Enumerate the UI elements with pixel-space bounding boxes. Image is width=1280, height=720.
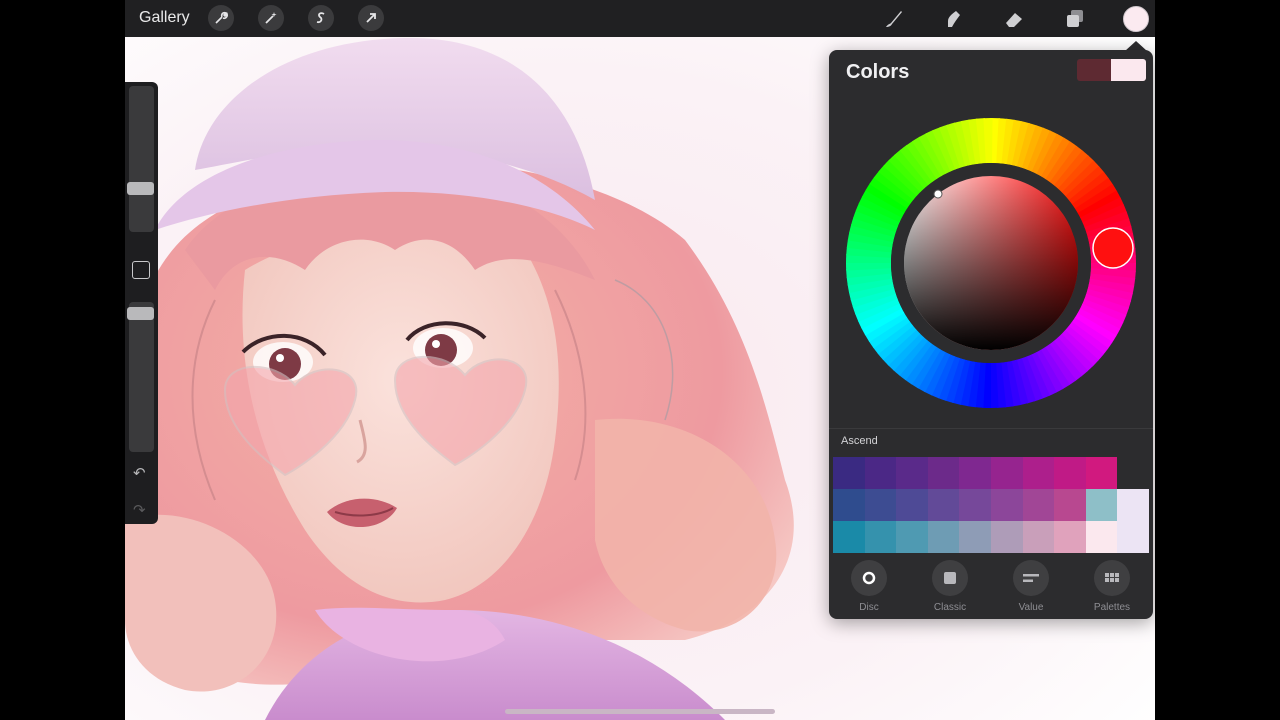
secondary-color-swatch[interactable] bbox=[1077, 59, 1111, 81]
palette-swatches bbox=[833, 457, 1149, 553]
palette-swatch[interactable] bbox=[959, 521, 991, 553]
left-sidebar: ↶ ↷ bbox=[125, 82, 158, 524]
palette-name: Ascend bbox=[841, 435, 878, 447]
tab-value[interactable]: Value bbox=[991, 558, 1071, 613]
palettes-grid-icon bbox=[1094, 560, 1130, 596]
palette-swatch[interactable] bbox=[1085, 457, 1118, 489]
panel-title: Colors bbox=[846, 61, 910, 83]
palette-swatch[interactable] bbox=[833, 521, 865, 553]
redo-arrow-icon[interactable]: ↷ bbox=[133, 501, 146, 519]
palette-swatch[interactable] bbox=[959, 457, 991, 489]
palette-swatch[interactable] bbox=[1085, 489, 1118, 521]
palette-swatch[interactable] bbox=[927, 457, 960, 489]
magic-wand-icon[interactable] bbox=[258, 5, 284, 31]
gallery-button[interactable]: Gallery bbox=[139, 9, 190, 27]
tab-label: Disc bbox=[859, 602, 879, 613]
palette-swatch[interactable] bbox=[959, 489, 991, 521]
classic-square-icon bbox=[932, 560, 968, 596]
palette-swatch[interactable] bbox=[896, 489, 928, 521]
palette-swatch[interactable] bbox=[1054, 489, 1086, 521]
brush-size-thumb[interactable] bbox=[127, 181, 154, 195]
tab-disc[interactable]: Disc bbox=[829, 558, 909, 613]
palette-swatch[interactable] bbox=[991, 457, 1023, 489]
palette-swatch[interactable] bbox=[833, 457, 865, 489]
palette-swatch[interactable] bbox=[927, 521, 960, 553]
palette-swatch[interactable] bbox=[1022, 457, 1055, 489]
top-toolbar: Gallery bbox=[125, 0, 1155, 37]
opacity-thumb[interactable] bbox=[127, 307, 154, 320]
selection-s-icon[interactable] bbox=[308, 5, 334, 31]
tab-label: Classic bbox=[933, 602, 967, 613]
palette-swatch[interactable] bbox=[1117, 457, 1149, 489]
color-disc[interactable] bbox=[846, 118, 1136, 408]
smudge-icon[interactable] bbox=[941, 6, 967, 32]
home-indicator bbox=[505, 709, 775, 714]
palette-swatch[interactable] bbox=[1054, 521, 1086, 553]
palette-swatch[interactable] bbox=[1054, 457, 1086, 489]
palette-swatch[interactable] bbox=[927, 489, 960, 521]
layers-icon[interactable] bbox=[1062, 6, 1088, 32]
palette-swatch[interactable] bbox=[991, 489, 1023, 521]
tab-palettes[interactable]: Palettes bbox=[1072, 558, 1152, 613]
current-color-button[interactable] bbox=[1123, 6, 1149, 32]
tab-label: Value bbox=[1018, 602, 1044, 613]
palette-swatch[interactable] bbox=[1117, 521, 1149, 553]
opacity-slider[interactable] bbox=[129, 302, 154, 452]
tab-classic[interactable]: Classic bbox=[910, 558, 990, 613]
hue-picker-handle[interactable] bbox=[1092, 227, 1134, 269]
brush-icon[interactable] bbox=[881, 6, 907, 32]
disc-mode-icon bbox=[851, 560, 887, 596]
divider bbox=[829, 428, 1153, 429]
palette-swatch[interactable] bbox=[896, 457, 928, 489]
square-icon[interactable] bbox=[132, 261, 150, 279]
transform-arrow-icon[interactable] bbox=[358, 5, 384, 31]
brush-size-slider[interactable] bbox=[129, 86, 154, 232]
palette-swatch[interactable] bbox=[1085, 521, 1118, 553]
palette-swatch[interactable] bbox=[1022, 521, 1055, 553]
value-sliders-icon bbox=[1013, 560, 1049, 596]
palette-swatch[interactable] bbox=[1117, 489, 1149, 521]
tab-label: Palettes bbox=[1093, 602, 1131, 613]
sv-picker-handle[interactable] bbox=[933, 189, 943, 199]
palette-swatch[interactable] bbox=[896, 521, 928, 553]
palette-swatch[interactable] bbox=[864, 457, 897, 489]
palette-swatch[interactable] bbox=[991, 521, 1023, 553]
eraser-icon[interactable] bbox=[1001, 6, 1027, 32]
undo-arrow-icon[interactable]: ↶ bbox=[133, 464, 146, 482]
primary-color-swatch[interactable] bbox=[1111, 59, 1146, 81]
palette-swatch[interactable] bbox=[864, 521, 897, 553]
procreate-screen: Gallery ↶ ↷ Colors Ascend Disc Classic V… bbox=[125, 0, 1155, 720]
wrench-icon[interactable] bbox=[208, 5, 234, 31]
color-mode-tabs: Disc Classic Value Palettes bbox=[829, 558, 1153, 619]
palette-swatch[interactable] bbox=[833, 489, 865, 521]
palette-swatch[interactable] bbox=[864, 489, 897, 521]
colors-panel: Colors Ascend Disc Classic Value Palette… bbox=[829, 50, 1153, 619]
palette-swatch[interactable] bbox=[1022, 489, 1055, 521]
